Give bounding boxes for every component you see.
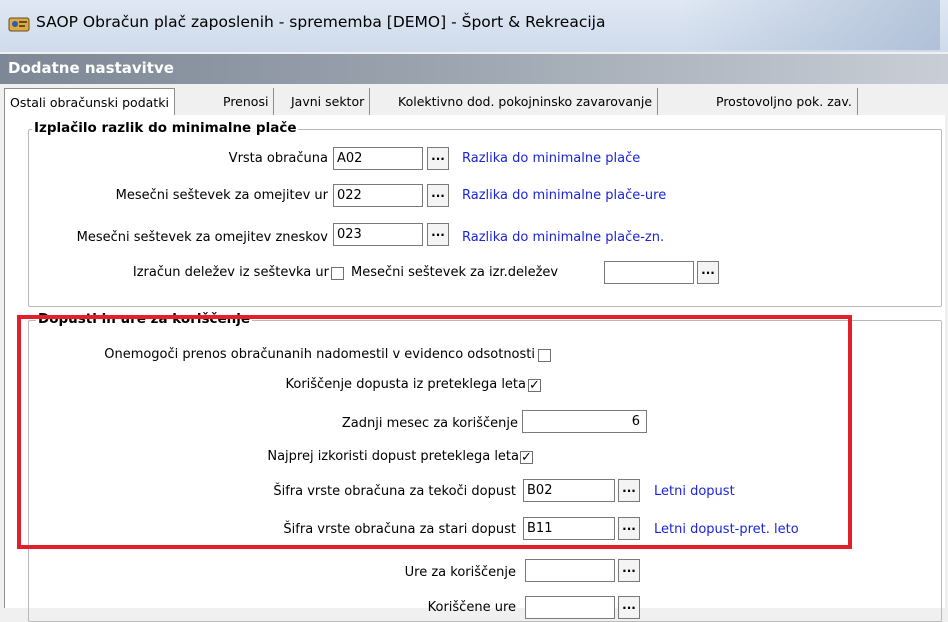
izracun-delezev-label: Izračun deležev iz seštevka ur [132,265,329,280]
izracun-delezev-checkbox[interactable] [331,267,344,280]
background-window-ghost [680,0,940,50]
window-titlebar: SAOP Obračun plač zaposlenih - sprememba… [0,0,948,52]
highlight-box [17,315,852,549]
tab-kolektivno-dod-pokojninsko[interactable]: Kolektivno dod. pokojninsko zavarovanje [393,88,659,115]
mesecni-sestevek-zneskov-field[interactable]: 023 [333,223,423,246]
mesecni-sestevek-ur-label: Mesečni seštevek za omejitev ur [115,188,328,203]
vrsta-obracuna-lookup-button[interactable]: ... [427,147,449,170]
section-title: Dodatne nastavitve [8,59,174,77]
vrsta-obracuna-label: Vrsta obračuna [228,151,328,166]
vrsta-obracuna-field[interactable]: A02 [333,147,423,170]
vrsta-obracuna-description[interactable]: Razlika do minimalne plače [462,151,640,166]
tab-prenosi[interactable]: Prenosi [218,88,275,115]
mesecni-sestevek-zneskov-lookup-button[interactable]: ... [427,223,449,246]
mesecni-sestevek-zneskov-description[interactable]: Razlika do minimalne plače-zn. [462,230,664,245]
mesecni-sestevek-delezev-lookup-button[interactable]: ... [697,261,719,284]
section-header: Dodatne nastavitve [0,54,948,84]
ure-za-koriscenje-label: Ure za koriščenje [404,565,516,580]
group-minimal-pay-title: Izplačilo razlik do minimalne plače [32,120,299,136]
tab-javni-sektor[interactable]: Javni sektor [286,88,371,115]
app-icon [8,17,30,32]
tab-ostali-obracunski-podatki[interactable]: Ostali obračunski podatki [4,88,175,117]
tab-bar: Ostali obračunski podatki Prenosi Javni … [0,88,948,117]
ure-za-koriscenje-lookup-button[interactable]: ... [618,559,640,582]
mesecni-sestevek-ur-lookup-button[interactable]: ... [427,184,449,207]
window-title: SAOP Obračun plač zaposlenih - sprememba… [36,13,606,31]
mesecni-sestevek-delezev-label: Mesečni seštevek za izr.deležev [351,265,559,280]
ure-za-koriscenje-field[interactable] [525,559,615,582]
tab-prostovoljno-pok-zav[interactable]: Prostovoljno pok. zav. [711,88,858,115]
mesecni-sestevek-ur-field[interactable]: 022 [333,184,423,207]
mesecni-sestevek-ur-description[interactable]: Razlika do minimalne plače-ure [462,188,666,203]
mesecni-sestevek-zneskov-label: Mesečni seštevek za omejitev zneskov [76,230,328,245]
mesecni-sestevek-delezev-field[interactable] [604,261,694,284]
